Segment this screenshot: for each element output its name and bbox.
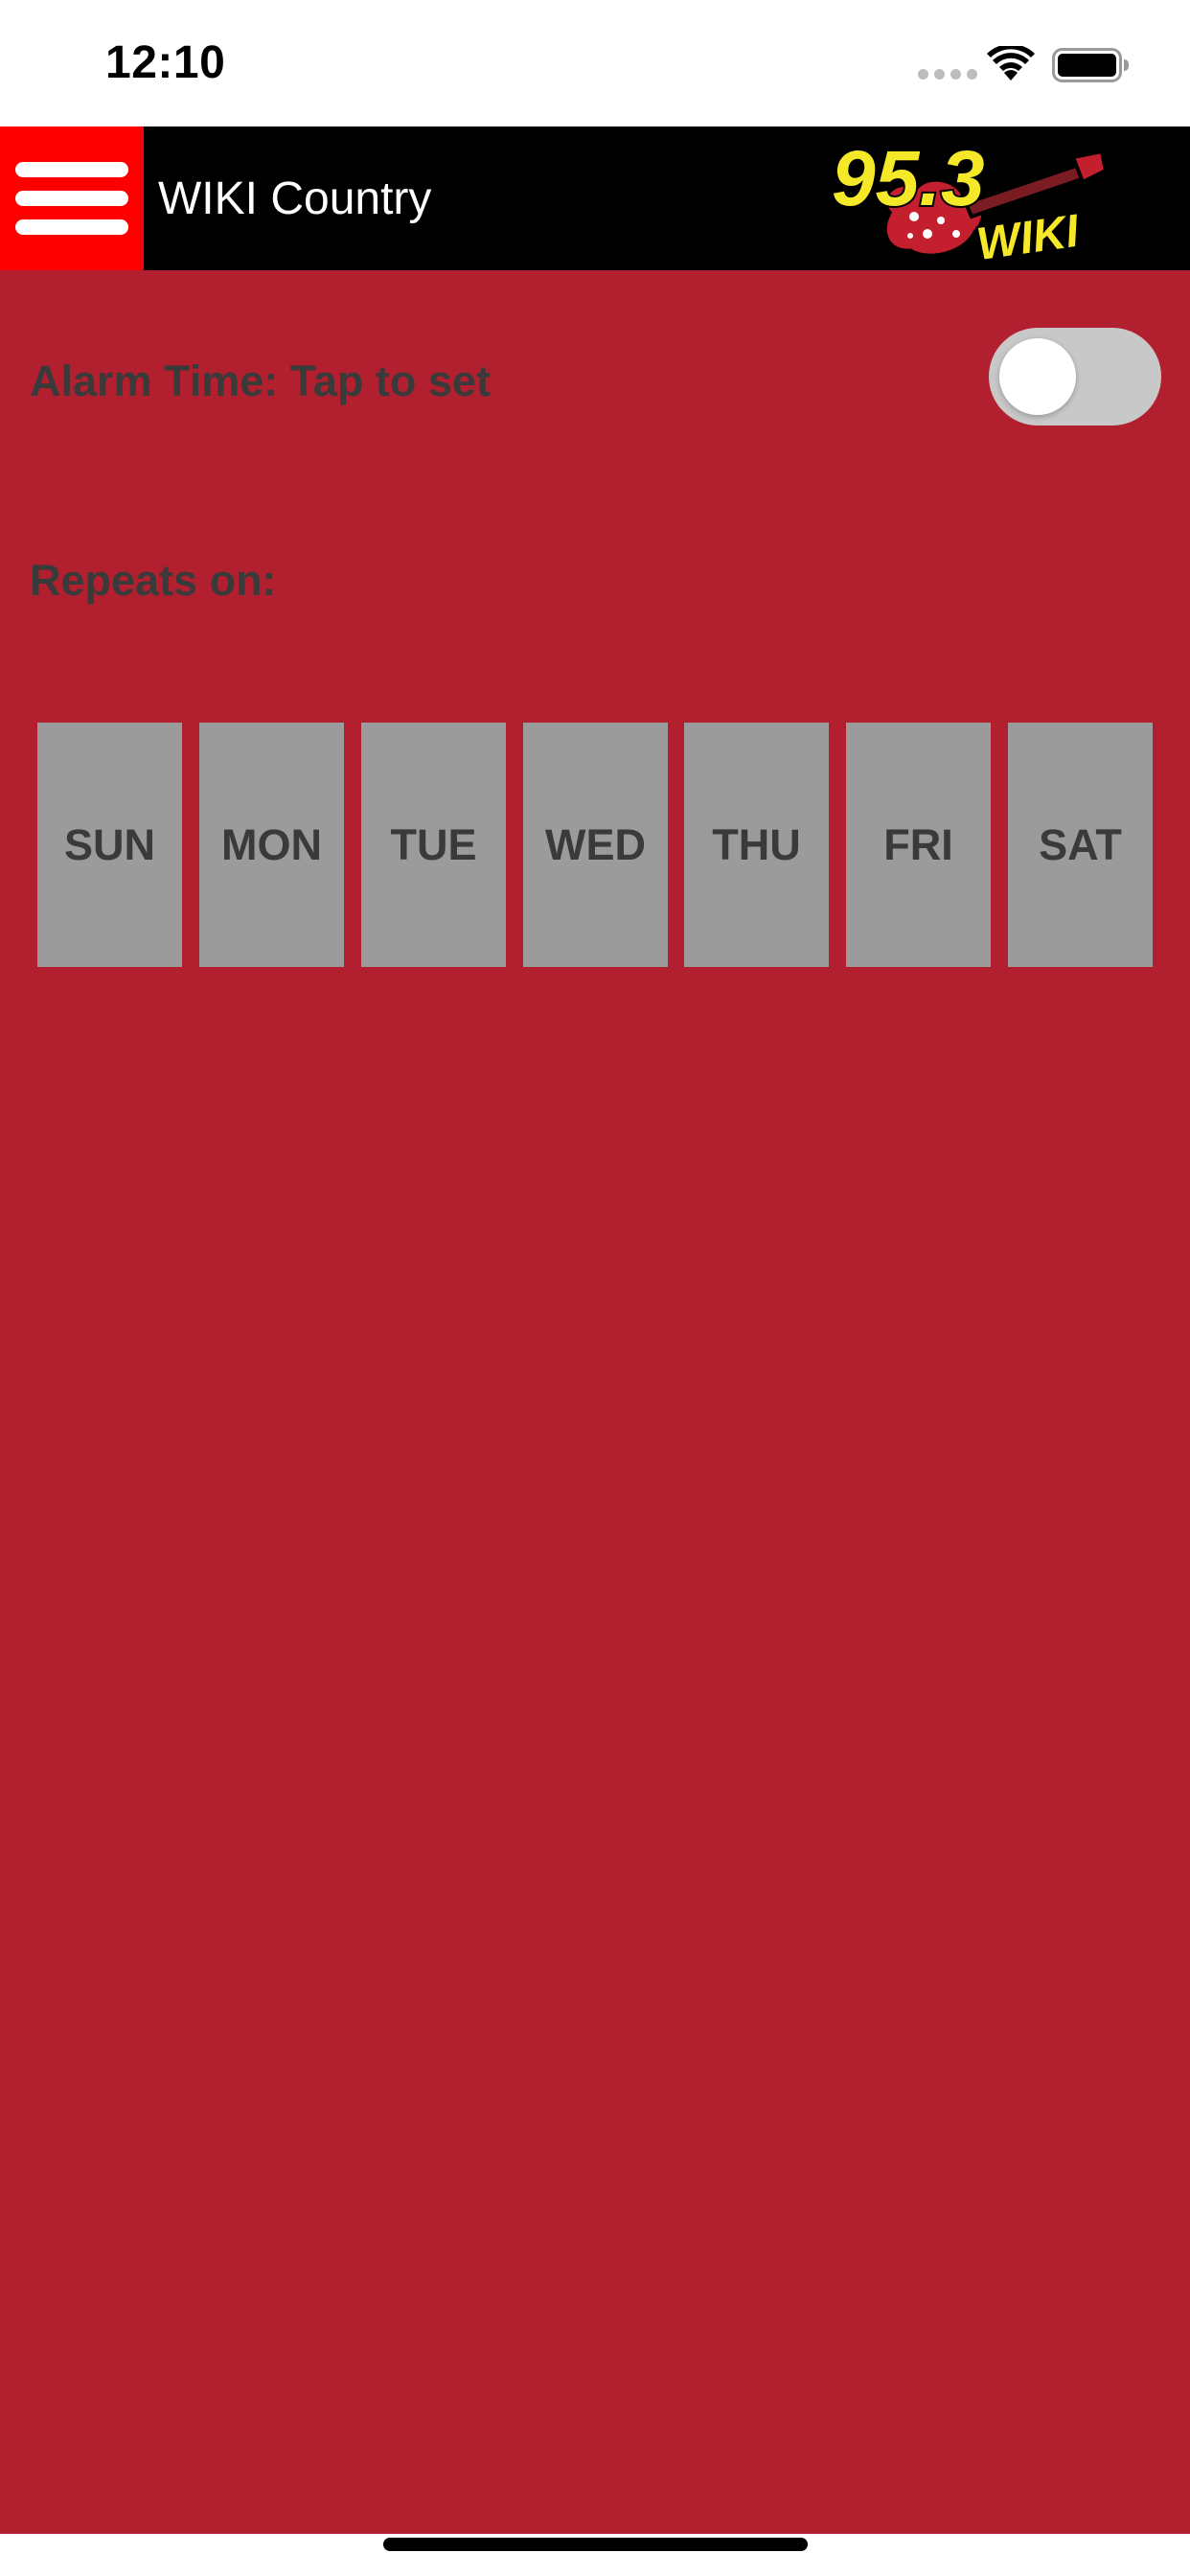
alarm-toggle[interactable] [989, 328, 1161, 426]
status-time: 12:10 [105, 37, 226, 88]
page-title: WIKI Country [158, 173, 432, 224]
alarm-settings: Alarm Time: Tap to set Repeats on: SUN M… [0, 270, 1190, 2534]
station-logo: 95.3 WIKI [830, 133, 1109, 268]
logo-number: 95.3 [832, 135, 985, 222]
day-button-wed[interactable]: WED [523, 723, 668, 967]
day-button-sat[interactable]: SAT [1008, 723, 1153, 967]
cellular-signal-icon [918, 69, 977, 80]
toggle-knob [999, 338, 1076, 415]
menu-button[interactable] [0, 126, 144, 270]
day-button-fri[interactable]: FRI [846, 723, 991, 967]
hamburger-menu-icon [15, 162, 128, 177]
battery-icon [1052, 48, 1129, 82]
day-button-mon[interactable]: MON [199, 723, 344, 967]
day-button-thu[interactable]: THU [684, 723, 829, 967]
hamburger-menu-icon-bar [15, 191, 128, 206]
status-bar: 12:10 [0, 0, 1190, 126]
home-indicator[interactable] [383, 2538, 808, 2551]
day-button-tue[interactable]: TUE [361, 723, 506, 967]
app-header: WIKI Country 95.3 WIKI [0, 126, 1190, 270]
wifi-icon [987, 46, 1035, 80]
hamburger-menu-icon-bar [15, 219, 128, 235]
logo-call-letters: WIKI [973, 206, 1084, 268]
day-button-sun[interactable]: SUN [37, 723, 182, 967]
alarm-time-label[interactable]: Alarm Time: Tap to set [30, 356, 491, 406]
repeats-label: Repeats on: [30, 556, 277, 605]
